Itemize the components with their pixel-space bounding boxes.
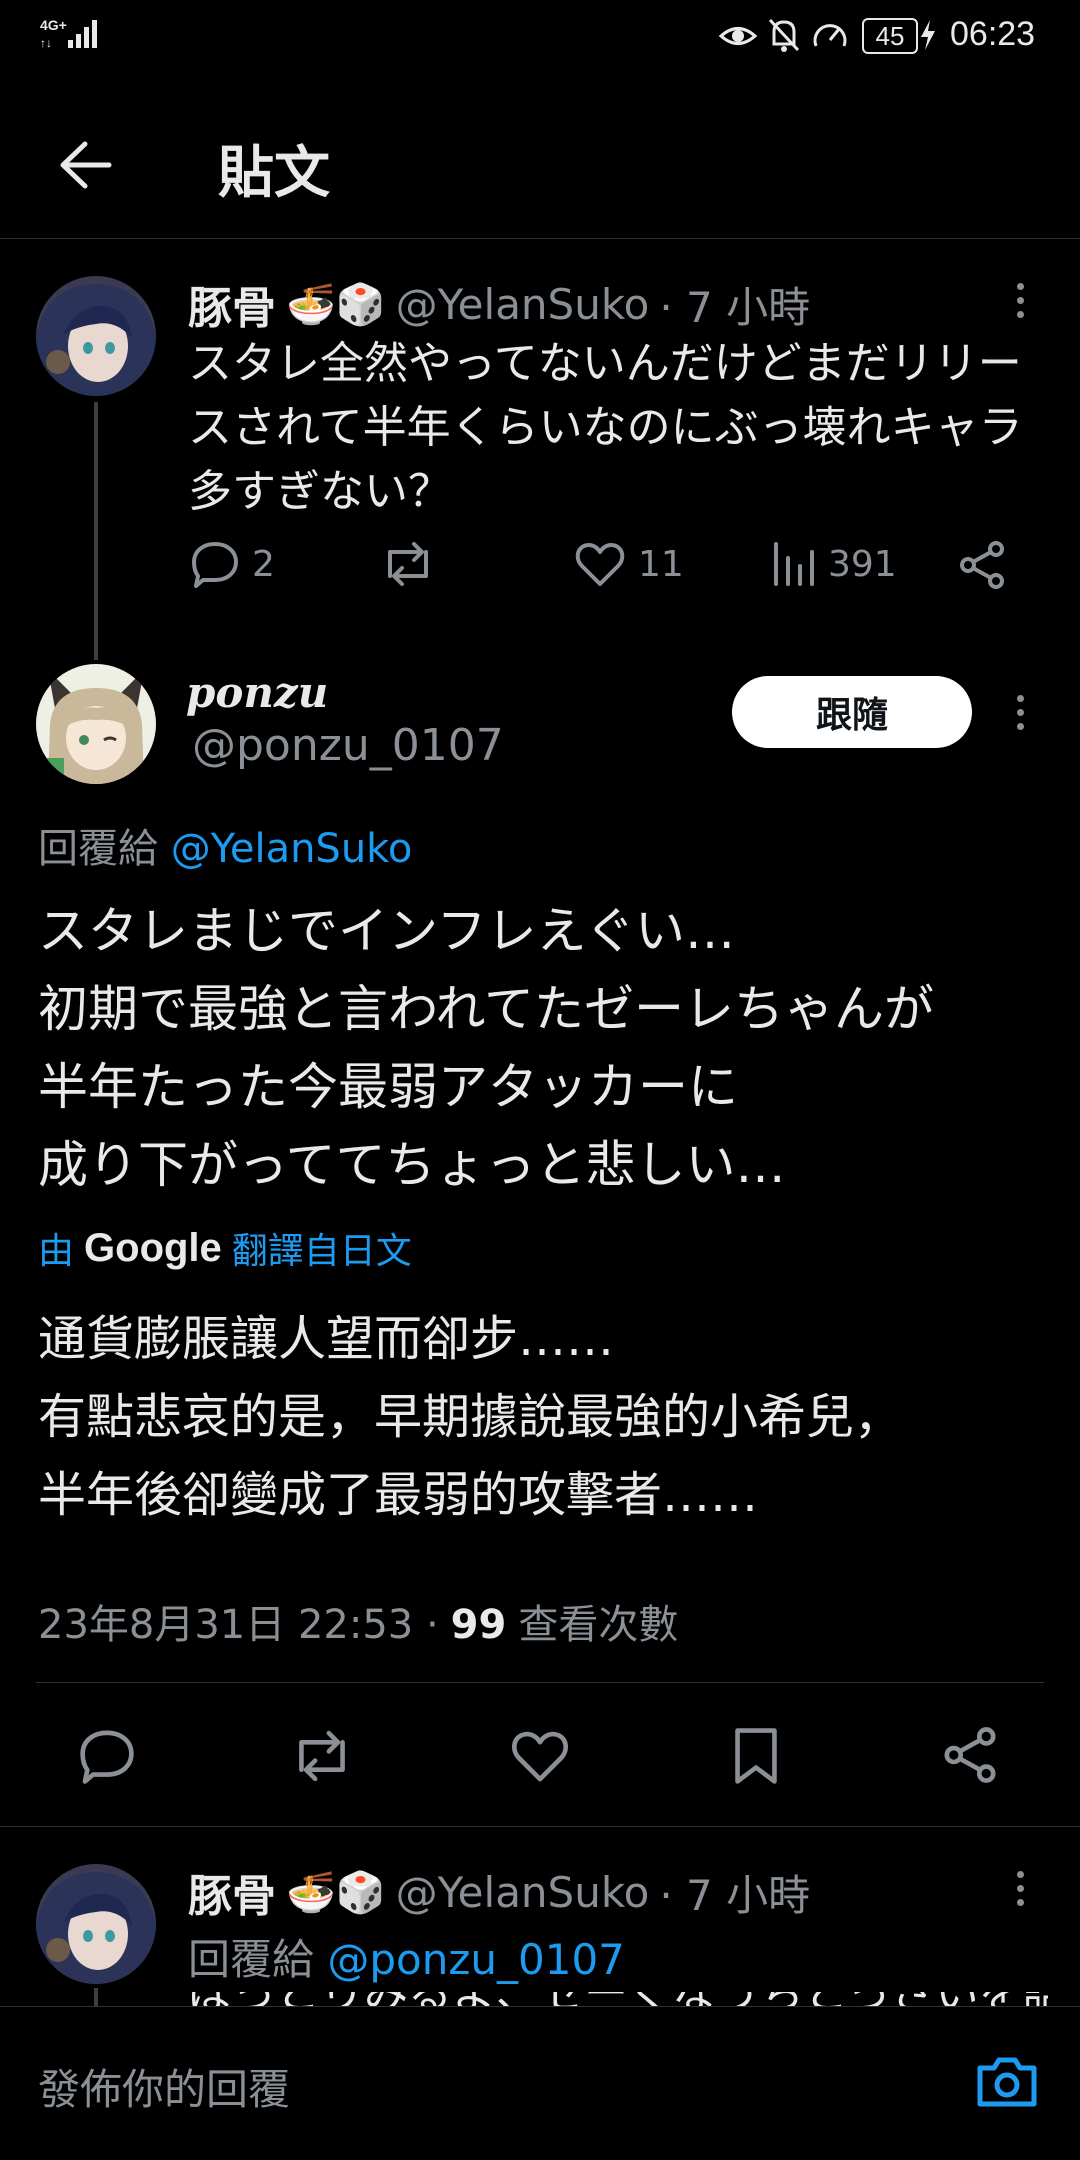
- tweet-time: · 7 小時: [659, 1870, 811, 1920]
- comment-icon: [192, 542, 238, 588]
- avatar-yelansuko[interactable]: [36, 276, 156, 396]
- camera-button[interactable]: [976, 2054, 1038, 2108]
- like-count: 11: [638, 543, 684, 585]
- author-handle[interactable]: @ponzu_0107: [192, 720, 504, 771]
- arrow-left-icon: [60, 141, 112, 189]
- avatar-yelansuko[interactable]: [36, 1864, 156, 1984]
- speed-icon: [810, 16, 850, 58]
- eye-comfort-icon: [718, 18, 758, 58]
- reply-to-handle-link[interactable]: @ponzu_0107: [327, 1935, 625, 1984]
- bar-chart-icon: [774, 542, 814, 586]
- more-options-button[interactable]: [1000, 1858, 1040, 1918]
- like-button[interactable]: [510, 1728, 570, 1784]
- battery-icon: 45: [862, 18, 918, 54]
- tweet-time: · 7 小時: [659, 282, 811, 332]
- page-title: 貼文: [218, 141, 330, 206]
- translate-suffix: 翻譯自日文: [231, 1231, 412, 1272]
- retweet-button[interactable]: [290, 1728, 354, 1784]
- comment-icon: [80, 1730, 134, 1784]
- tweet-text-clipped: ぱっとりみるよ、セーくなうちとっさいを話る筈: [188, 1992, 1048, 2006]
- reply-tweet-header: 豚骨 🍜🎲 @YelanSuko · 7 小時: [188, 1860, 810, 1924]
- parent-tweet-header: 豚骨 🍜🎲 @YelanSuko · 7 小時: [188, 272, 810, 336]
- translated-text: 通貨膨脹讓人望而卻步…… 有點悲哀的是，早期據說最強的小希兒， 半年後卻變成了最…: [38, 1311, 903, 1523]
- battery-level: 45: [875, 20, 905, 51]
- retweet-icon: [388, 542, 428, 586]
- status-bar: 4G+ ↑↓ 45 06:23: [0, 0, 1080, 72]
- svg-text:4G+: 4G+: [40, 17, 67, 33]
- heart-icon: [575, 542, 625, 586]
- reply-to-label: 回覆給: [38, 826, 158, 872]
- charging-icon: [918, 20, 938, 54]
- author-handle[interactable]: @YelanSuko: [396, 280, 650, 329]
- camera-icon: [977, 2057, 1037, 2107]
- tweet-text: スタレまじでインフレえぐい… 初期で最強と言われてたゼーレちゃんが 半年たった今…: [38, 902, 934, 1194]
- more-options-button[interactable]: [1000, 682, 1040, 742]
- signal-icon: 4G+ ↑↓: [38, 14, 100, 56]
- reply-to-line: 回覆給 @YelanSuko: [38, 816, 412, 874]
- retweet-icon: [299, 1730, 345, 1782]
- tweet-meta: 23年8月31日 22:53 · 99 查看次數: [38, 1592, 678, 1650]
- section-divider: [0, 1826, 1080, 1827]
- view-label: 查看次數: [518, 1602, 679, 1648]
- name-emoji: 🍜🎲: [286, 1869, 386, 1916]
- tweet-timestamp: 23年8月31日 22:53 ·: [38, 1602, 439, 1648]
- reply-to-line: 回覆給 @ponzu_0107: [188, 1926, 625, 1987]
- translate-prefix: 由: [38, 1231, 75, 1272]
- author-name[interactable]: 豚骨: [188, 1860, 276, 1924]
- reply-button[interactable]: 2: [190, 540, 275, 588]
- author-handle[interactable]: @YelanSuko: [396, 1868, 650, 1917]
- view-count: 391: [828, 543, 897, 585]
- like-button[interactable]: 11: [574, 540, 684, 588]
- retweet-button[interactable]: [380, 540, 436, 588]
- reply-to-label: 回覆給: [188, 1935, 315, 1984]
- author-name[interactable]: 豚骨: [188, 272, 276, 336]
- header-divider: [0, 238, 1080, 239]
- reply-count: 2: [252, 543, 275, 585]
- tweet-text: ぱっとりみるよ、セーくなうちとっさいを話る筈: [188, 1992, 1048, 2006]
- thread-line: [94, 402, 98, 660]
- follow-button[interactable]: 跟隨: [732, 676, 972, 748]
- more-options-button[interactable]: [1000, 270, 1040, 330]
- svg-text:↑↓: ↑↓: [40, 36, 52, 50]
- translate-link[interactable]: 由 Google 翻譯自日文: [38, 1222, 412, 1274]
- share-icon: [960, 541, 1004, 589]
- tweet-text: スタレ全然やってないんだけどまだリリー スされて半年くらいなのにぶっ壊れキャラ …: [188, 338, 1023, 517]
- views-button[interactable]: 391: [772, 540, 897, 588]
- reply-to-handle-link[interactable]: @YelanSuko: [171, 826, 413, 872]
- avatar-ponzu[interactable]: [36, 664, 156, 784]
- view-count[interactable]: 99: [451, 1602, 507, 1648]
- mute-bell-icon: [766, 16, 802, 58]
- share-button[interactable]: [942, 1726, 998, 1784]
- share-button[interactable]: [958, 540, 1006, 590]
- meta-divider: [36, 1682, 1044, 1683]
- name-emoji: 🍜🎲: [286, 281, 386, 328]
- bookmark-icon: [735, 1728, 777, 1784]
- thread-line: [94, 1988, 98, 2008]
- heart-icon: [512, 1731, 568, 1782]
- share-icon: [944, 1727, 996, 1783]
- google-logo: Google: [84, 1225, 222, 1270]
- clock: 06:23: [950, 15, 1036, 53]
- reply-button[interactable]: [78, 1728, 136, 1784]
- author-name[interactable]: ponzu: [186, 668, 328, 717]
- back-button[interactable]: [40, 120, 130, 210]
- bookmark-button[interactable]: [730, 1726, 782, 1786]
- reply-input[interactable]: 發佈你的回覆: [38, 2056, 290, 2117]
